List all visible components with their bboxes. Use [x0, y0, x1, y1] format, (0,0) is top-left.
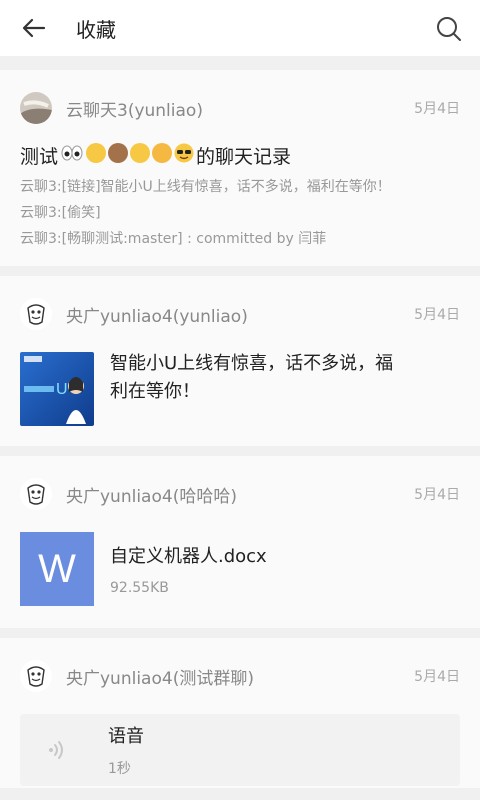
item-header: 央广yunliao4(测试群聊) 5月4日: [20, 638, 460, 714]
chat-record-title: 测试 的聊天记录: [20, 142, 460, 169]
voice-duration: 1秒: [108, 761, 131, 777]
sleepy-emoji-icon: [86, 143, 107, 163]
file-size: 92.55KB: [110, 580, 169, 596]
voice-message[interactable]: 语音 1秒: [20, 714, 460, 786]
avatar: [20, 478, 52, 510]
item-header: 央广yunliao4(yunliao) 5月4日: [20, 276, 460, 352]
item-date: 5月4日: [414, 101, 460, 117]
chat-line: 云聊3:[链接]智能小U上线有惊喜，话不多说，福利在等你！: [20, 179, 391, 195]
voice-wave-icon: [20, 738, 94, 762]
laughing-emoji-icon: [130, 143, 151, 163]
sender-name: 央广yunliao4(yunliao): [66, 306, 248, 327]
avatar: [20, 298, 52, 330]
file-info: 自定义机器人.docx 92.55KB: [110, 542, 267, 596]
page-title: 收藏: [76, 17, 116, 42]
avatar: [20, 660, 52, 692]
item-header: 央广yunliao4(哈哈哈) 5月4日: [20, 456, 460, 532]
item-date: 5月4日: [414, 669, 460, 685]
link-thumbnail: U: [20, 352, 94, 426]
flushed-emoji-icon: [152, 143, 173, 163]
favorite-item-file[interactable]: 央广yunliao4(哈哈哈) 5月4日 W 自定义机器人.docx 92.55…: [0, 456, 480, 628]
voice-title: 语音: [108, 726, 144, 747]
chat-title-prefix: 测试: [20, 146, 59, 168]
sunglasses-emoji-icon: [174, 143, 194, 168]
sender-name: 云聊天3(yunliao): [66, 100, 203, 121]
favorite-item-link[interactable]: 央广yunliao4(yunliao) 5月4日 U 智能小U上线有惊喜，话不多…: [0, 276, 480, 446]
file-name: 自定义机器人.docx: [110, 546, 267, 567]
emoji-group: [60, 143, 194, 168]
back-arrow-icon[interactable]: [22, 16, 46, 40]
sender-name: 央广yunliao4(哈哈哈): [66, 486, 237, 507]
sender-name: 央广yunliao4(测试群聊): [66, 668, 254, 689]
chat-title-suffix: 的聊天记录: [196, 146, 292, 168]
monkey-emoji-icon: [108, 143, 129, 163]
chat-line: 云聊3:[偷笑]: [20, 205, 101, 221]
link-title: 智能小U上线有惊喜，话不多说，福利在等你！: [110, 353, 394, 402]
file-attachment: W 自定义机器人.docx 92.55KB: [20, 532, 460, 606]
item-date: 5月4日: [414, 307, 460, 323]
chat-line: 云聊3:[畅聊测试:master] : committed by 闫菲: [20, 231, 327, 247]
svg-text:U: U: [56, 381, 68, 398]
eyes-emoji-icon: [60, 143, 84, 168]
avatar: [20, 92, 52, 124]
favorite-item-voice[interactable]: 央广yunliao4(测试群聊) 5月4日 语音 1秒: [0, 638, 480, 788]
item-date: 5月4日: [414, 487, 460, 503]
item-header: 云聊天3(yunliao) 5月4日: [20, 70, 460, 146]
search-icon[interactable]: [436, 16, 462, 42]
voice-info: 语音 1秒: [108, 722, 144, 778]
link-preview: U 智能小U上线有惊喜，话不多说，福利在等你！: [20, 352, 460, 426]
favorite-item-chat-record[interactable]: 云聊天3(yunliao) 5月4日 测试 的聊天记录 云聊3:[链接]智能小U…: [0, 70, 480, 266]
top-bar: 收藏: [0, 0, 480, 56]
word-document-icon: W: [20, 532, 94, 606]
